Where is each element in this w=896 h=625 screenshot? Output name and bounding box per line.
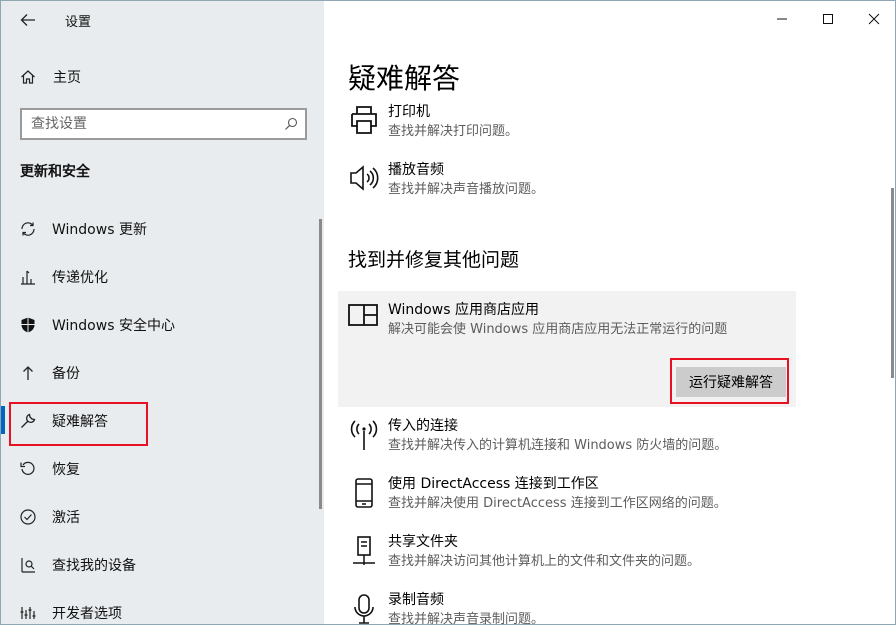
sidebar-item-activation[interactable]: 激活 xyxy=(9,496,309,538)
sidebar-item-windows-update[interactable]: Windows 更新 xyxy=(9,208,309,250)
antenna-icon xyxy=(344,417,384,455)
sidebar-item-backup[interactable]: 备份 xyxy=(9,352,309,394)
delivery-optimization-icon xyxy=(9,268,47,286)
main-content: 疑难解答 打印机 查找并解决打印问题。 播放音频 查找并解决声音播放问题。 找到… xyxy=(324,1,895,625)
sidebar-item-label: 主页 xyxy=(53,70,81,86)
run-troubleshooter-button[interactable]: 运行疑难解答 xyxy=(676,367,786,397)
store-app-icon xyxy=(346,301,380,339)
home-icon xyxy=(11,69,45,85)
settings-window: 设置 主页 更新和安全 Windows 更新 传递优化 xyxy=(0,0,896,625)
back-button[interactable] xyxy=(13,7,43,33)
developer-icon xyxy=(9,604,47,622)
search-input[interactable] xyxy=(22,116,277,132)
window-controls xyxy=(759,1,895,37)
maximize-button[interactable] xyxy=(805,1,851,37)
minimize-icon xyxy=(777,18,787,20)
sidebar-item-recovery[interactable]: 恢复 xyxy=(9,448,309,490)
close-icon xyxy=(868,13,880,25)
troubleshooter-desc: 查找并解决打印问题。 xyxy=(388,124,519,139)
sidebar-item-label: 传递优化 xyxy=(52,270,108,286)
speaker-icon xyxy=(344,161,384,199)
troubleshooter-name: 录制音频 xyxy=(388,592,444,608)
troubleshooter-store-apps[interactable]: Windows 应用商店应用 解决可能会使 Windows 应用商店应用无法正常… xyxy=(338,291,796,407)
troubleshooter-desc: 查找并解决传入的计算机连接和 Windows 防火墙的问题。 xyxy=(388,438,728,453)
sidebar-item-label: Windows 安全中心 xyxy=(52,318,175,334)
sidebar-item-developer-options[interactable]: 开发者选项 xyxy=(9,592,309,624)
sidebar-item-troubleshoot[interactable]: 疑难解答 xyxy=(9,400,309,442)
troubleshooter-printer[interactable]: 打印机 查找并解决打印问题。 xyxy=(344,103,794,141)
section-title: 找到并修复其他问题 xyxy=(348,249,520,271)
search-icon[interactable] xyxy=(277,117,305,131)
microphone-icon xyxy=(344,591,384,624)
troubleshooter-shared-folders[interactable]: 共享文件夹 查找并解决访问其他计算机上的文件和文件夹的问题。 xyxy=(344,533,794,571)
troubleshooter-playing-audio[interactable]: 播放音频 查找并解决声音播放问题。 xyxy=(344,161,794,199)
find-device-icon xyxy=(9,556,47,574)
sidebar: 设置 主页 更新和安全 Windows 更新 传递优化 xyxy=(1,1,324,624)
sidebar-item-home[interactable]: 主页 xyxy=(11,61,311,93)
selected-indicator xyxy=(1,406,5,434)
back-arrow-icon xyxy=(20,14,35,26)
sidebar-item-label: 开发者选项 xyxy=(52,606,122,622)
troubleshooter-desc: 查找并解决访问其他计算机上的文件和文件夹的问题。 xyxy=(388,554,701,569)
troubleshooter-name: 使用 DirectAccess 连接到工作区 xyxy=(388,476,599,492)
sidebar-item-delivery-optimization[interactable]: 传递优化 xyxy=(9,256,309,298)
troubleshooter-incoming-connections[interactable]: 传入的连接 查找并解决传入的计算机连接和 Windows 防火墙的问题。 xyxy=(344,417,794,455)
sidebar-item-label: 激活 xyxy=(52,510,80,526)
check-circle-icon xyxy=(9,508,47,526)
phone-icon xyxy=(344,475,384,513)
sidebar-item-label: Windows 更新 xyxy=(52,222,147,238)
troubleshooter-recording-audio[interactable]: 录制音频 查找并解决声音录制问题。 xyxy=(344,591,794,625)
troubleshooter-desc: 解决可能会使 Windows 应用商店应用无法正常运行的问题 xyxy=(388,322,728,337)
page-title: 疑难解答 xyxy=(348,62,461,95)
sidebar-item-find-my-device[interactable]: 查找我的设备 xyxy=(9,544,309,586)
wrench-icon xyxy=(9,412,47,430)
minimize-button[interactable] xyxy=(759,1,805,37)
troubleshooter-name: 播放音频 xyxy=(388,162,444,178)
shield-icon xyxy=(9,316,47,334)
troubleshooter-desc: 查找并解决声音播放问题。 xyxy=(388,182,545,197)
printer-icon xyxy=(344,103,384,141)
sidebar-item-label: 查找我的设备 xyxy=(52,558,136,574)
troubleshooter-name: Windows 应用商店应用 xyxy=(388,302,539,318)
sidebar-scrollbar[interactable] xyxy=(319,219,322,509)
refresh-icon xyxy=(9,220,47,238)
network-share-icon xyxy=(344,533,384,571)
troubleshooter-desc: 查找并解决声音录制问题。 xyxy=(388,612,545,625)
backup-icon xyxy=(9,364,47,382)
main-scrollbar[interactable] xyxy=(891,188,894,378)
app-title: 设置 xyxy=(65,15,92,30)
troubleshooter-desc: 查找并解决使用 DirectAccess 连接到工作区网络的问题。 xyxy=(388,496,727,511)
troubleshooter-name: 打印机 xyxy=(388,104,430,120)
sidebar-item-label: 恢复 xyxy=(52,462,80,478)
troubleshooter-name: 传入的连接 xyxy=(388,418,458,434)
maximize-icon xyxy=(823,14,833,24)
troubleshooter-name: 共享文件夹 xyxy=(388,534,458,550)
close-button[interactable] xyxy=(851,1,895,37)
search-box xyxy=(20,108,307,140)
sidebar-item-label: 备份 xyxy=(52,366,80,382)
sidebar-item-label: 疑难解答 xyxy=(52,414,108,430)
sidebar-section-title: 更新和安全 xyxy=(20,164,90,180)
troubleshooter-directaccess[interactable]: 使用 DirectAccess 连接到工作区 查找并解决使用 DirectAcc… xyxy=(344,475,794,513)
recovery-icon xyxy=(9,460,47,478)
sidebar-item-windows-security[interactable]: Windows 安全中心 xyxy=(9,304,309,346)
